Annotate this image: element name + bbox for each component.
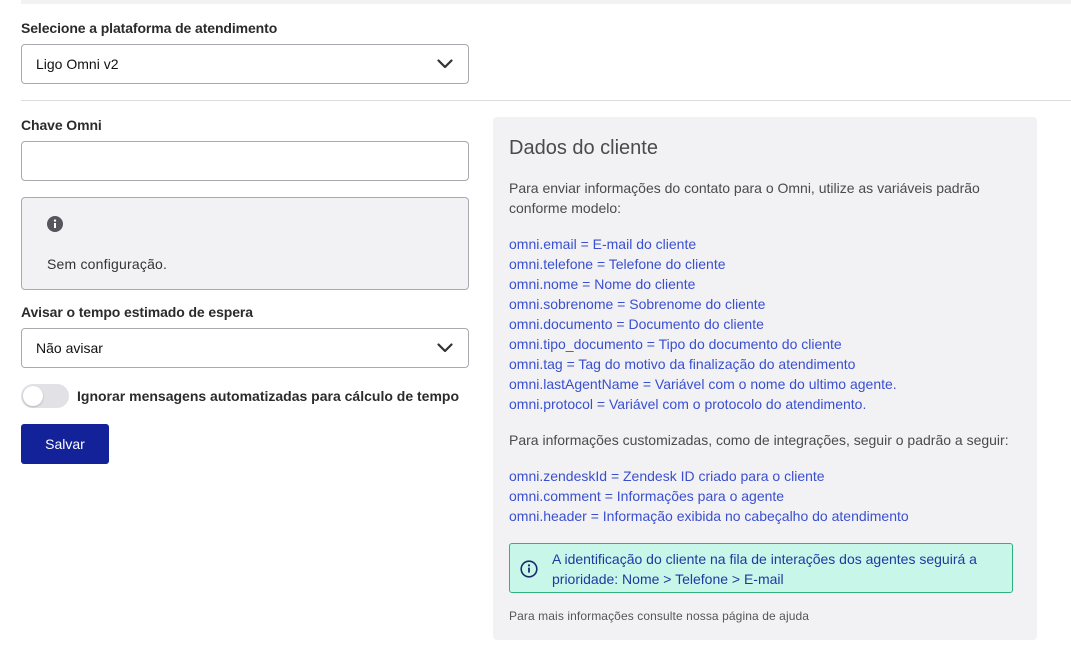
platform-select-value: Ligo Omni v2 — [36, 56, 119, 72]
omni-key-input[interactable] — [21, 141, 469, 181]
omni-key-label: Chave Omni — [21, 117, 102, 133]
panel-title: Dados do cliente — [509, 137, 658, 159]
custom-variable-list: omni.zendeskId = Zendesk ID criado para … — [509, 466, 909, 526]
save-button[interactable]: Salvar — [21, 424, 109, 464]
priority-notice: A identificação do cliente na fila de in… — [509, 543, 1013, 593]
variable-item: omni.telefone = Telefone do cliente — [509, 256, 726, 272]
ignore-automated-label: Ignorar mensagens automatizadas para cál… — [77, 388, 459, 404]
config-info-box: Sem configuração. — [21, 197, 469, 290]
custom-variable-item: omni.header = Informação exibida no cabe… — [509, 508, 909, 524]
custom-intro: Para informações customizadas, como de i… — [509, 432, 1009, 448]
config-info-text: Sem configuração. — [47, 256, 168, 272]
help-text: Para mais informações consulte nossa pág… — [509, 609, 810, 623]
top-strip — [21, 0, 1071, 4]
custom-variable-item: omni.comment = Informações para o agente — [509, 488, 785, 504]
custom-variable-item: omni.zendeskId = Zendesk ID criado para … — [509, 468, 825, 484]
toggle-knob — [23, 386, 43, 406]
variable-item: omni.documento = Documento do cliente — [509, 316, 764, 332]
section-divider — [21, 100, 1071, 101]
chevron-down-icon — [436, 339, 454, 357]
variable-item: omni.email = E-mail do cliente — [509, 236, 697, 252]
client-data-panel: Dados do cliente Para enviar informações… — [493, 117, 1037, 640]
variable-item: omni.protocol = Variável com o protocolo… — [509, 396, 867, 412]
platform-select[interactable]: Ligo Omni v2 — [21, 44, 469, 84]
variable-item: omni.lastAgentName = Variável com o nome… — [509, 376, 897, 392]
priority-notice-text: A identificação do cliente na fila de in… — [552, 551, 977, 587]
wait-time-select-value: Não avisar — [36, 340, 103, 356]
info-outline-icon — [520, 560, 538, 578]
ignore-automated-toggle[interactable] — [21, 384, 69, 408]
variable-item: omni.sobrenome = Sobrenome do cliente — [509, 296, 766, 312]
platform-label: Selecione a plataforma de atendimento — [21, 20, 278, 36]
variable-item: omni.nome = Nome do cliente — [509, 276, 696, 292]
panel-intro: Para enviar informações do contato para … — [509, 180, 980, 216]
info-icon — [47, 216, 63, 232]
chevron-down-icon — [436, 55, 454, 73]
wait-time-label: Avisar o tempo estimado de espera — [21, 304, 253, 320]
standard-variable-list: omni.email = E-mail do cliente omni.tele… — [509, 234, 897, 414]
wait-time-select[interactable]: Não avisar — [21, 328, 469, 368]
variable-item: omni.tipo_documento = Tipo do documento … — [509, 336, 842, 352]
variable-item: omni.tag = Tag do motivo da finalização … — [509, 356, 856, 372]
